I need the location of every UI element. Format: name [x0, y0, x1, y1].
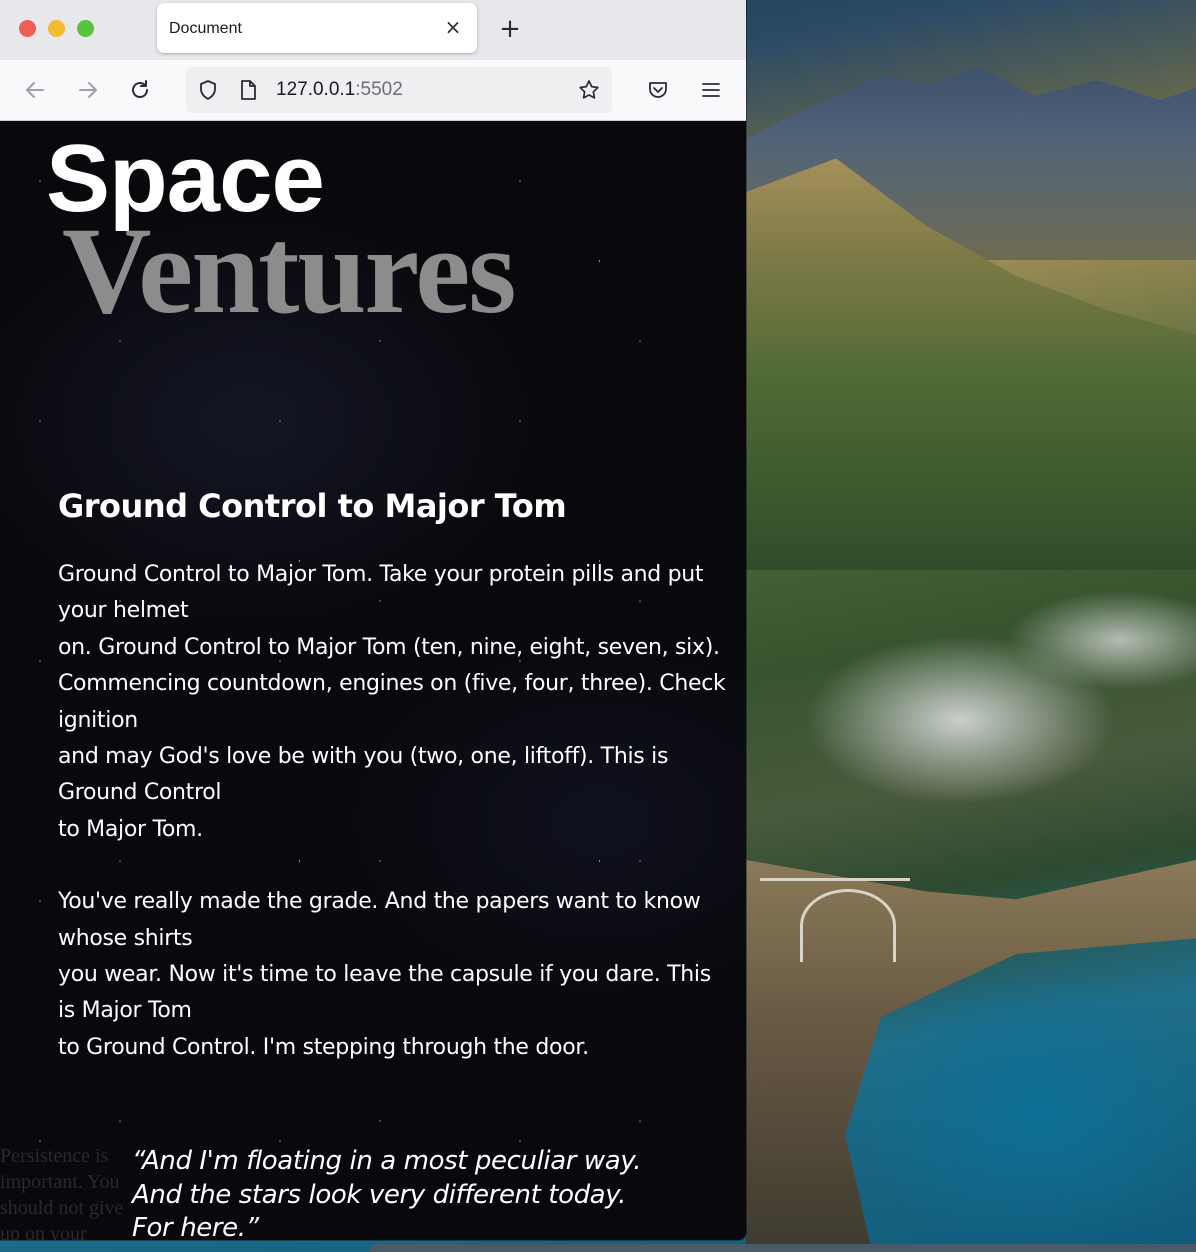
overlap-line: up on your	[0, 1223, 87, 1240]
tab-title: Document	[169, 20, 242, 37]
new-tab-icon[interactable]: +	[497, 16, 523, 42]
back-button[interactable]	[21, 76, 49, 104]
lyrics-stanza-1: Ground Control to Major Tom. Take your p…	[58, 557, 746, 848]
tab-document[interactable]: Document ×	[157, 3, 477, 53]
lyric-line: Ground Control to Major Tom. Take your p…	[58, 562, 704, 587]
overlap-line: important. You	[0, 1171, 120, 1193]
minimize-window-button[interactable]	[48, 20, 65, 37]
lyric-line: your helmet	[58, 598, 189, 624]
overlap-line: Persistence is	[0, 1145, 109, 1167]
page-icon[interactable]	[236, 78, 260, 102]
lyric-line: to Major Tom.	[58, 816, 203, 842]
lyric-line: and may God's love be with you (two, one…	[58, 744, 669, 770]
forward-icon	[79, 82, 97, 98]
quote-line: And the stars look very different today.	[132, 1179, 627, 1210]
page-content: Ventures Space Ground Control to Major T…	[0, 121, 746, 1240]
close-tab-icon[interactable]: ×	[443, 17, 463, 37]
menu-button[interactable]	[697, 76, 725, 104]
lyric-line: Commencing countdown, engines on (five, …	[58, 671, 726, 697]
tab-bar: Document × +	[0, 0, 746, 60]
pocket-icon	[649, 82, 667, 98]
lyric-line: Ground Control	[58, 780, 222, 806]
quote-line: For here.”	[132, 1213, 259, 1240]
url-text: 127.0.0.1:5502	[276, 79, 403, 101]
overlap-line: should not give	[0, 1197, 124, 1219]
forward-button[interactable]	[74, 76, 102, 104]
lyric-line: you wear. Now it's time to leave the cap…	[58, 962, 711, 988]
reload-button[interactable]	[126, 76, 154, 104]
reload-icon	[132, 80, 148, 98]
navigation-toolbar: 127.0.0.1:5502	[0, 60, 746, 121]
lyric-line: to Ground Control. I'm stepping through …	[58, 1034, 589, 1060]
url-bar[interactable]: 127.0.0.1:5502	[186, 67, 612, 113]
lyrics-body: Ground Control to Major Tom. Take your p…	[58, 557, 746, 1102]
shield-icon[interactable]	[196, 78, 220, 102]
back-icon	[26, 82, 44, 98]
lyric-line: whose shirts	[58, 925, 193, 951]
zoom-window-button[interactable]	[77, 20, 94, 37]
close-window-button[interactable]	[19, 20, 36, 37]
lyrics-stanza-2: You've really made the grade. And the pa…	[58, 884, 746, 1066]
lyric-line: ignition	[58, 707, 138, 733]
quote-line: “And I'm floating in a most peculiar way…	[132, 1146, 642, 1176]
menu-icon	[702, 83, 720, 97]
browser-window: Document × + 127.0.0.1:5502 Ventures Spa…	[0, 0, 746, 1240]
wallpaper-bridge	[760, 878, 910, 962]
lyric-line: You've really made the grade. And the pa…	[58, 889, 701, 915]
url-port: :5502	[355, 79, 403, 100]
bookmark-star-icon[interactable]	[577, 78, 601, 102]
pocket-button[interactable]	[644, 76, 672, 104]
section-title: Ground Control to Major Tom	[58, 487, 567, 525]
url-host: 127.0.0.1	[276, 79, 356, 100]
lyric-line: is Major Tom	[58, 998, 192, 1024]
lyric-line: on. Ground Control to Major Tom (ten, ni…	[58, 634, 720, 660]
hero-title-space: Space	[46, 125, 325, 232]
overlapping-paragraph: Persistence is important. You should not…	[0, 1143, 150, 1240]
dock-edge	[370, 1244, 1196, 1252]
quote-block: “And I'm floating in a most peculiar way…	[132, 1145, 732, 1240]
